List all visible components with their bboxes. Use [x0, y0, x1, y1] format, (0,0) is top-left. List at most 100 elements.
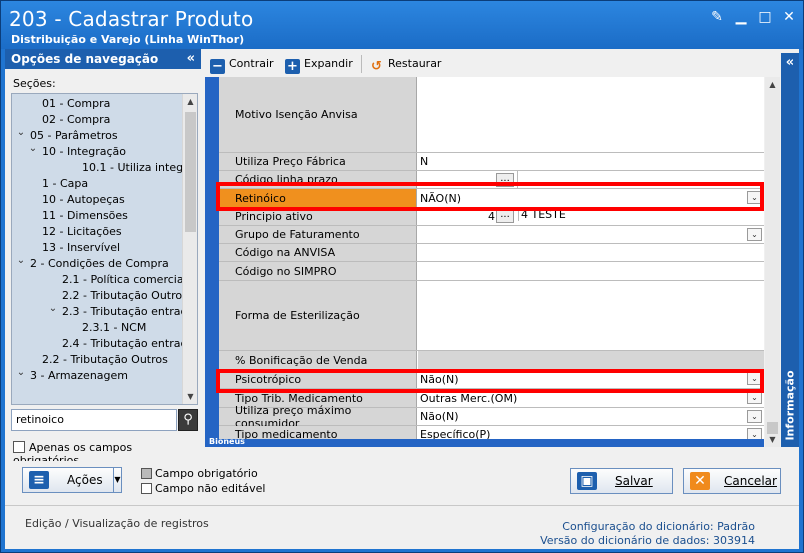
grid-row-label: Utiliza Preço Fábrica: [219, 153, 417, 170]
grid-row-value[interactable]: [418, 244, 764, 261]
cancel-button[interactable]: ✕ Cancelar: [683, 468, 781, 494]
grid-row-value[interactable]: Não(N) ⌄: [418, 408, 764, 425]
expand-info-icon[interactable]: «: [781, 55, 799, 70]
grid-row-label: Código na ANVISA: [219, 244, 417, 261]
tree-item[interactable]: 01 - Compra: [12, 96, 183, 112]
tree-item[interactable]: 2.2 - Tributação Outros: [12, 352, 183, 368]
tree-item[interactable]: 10.1 - Utiliza integração: [12, 160, 197, 176]
maximize-button[interactable]: □: [757, 9, 773, 25]
search-input[interactable]: retinoico: [11, 409, 177, 431]
grid-row-value[interactable]: [418, 262, 764, 280]
tree-item-label: 2 - Condições de Compra: [30, 257, 169, 270]
checkbox-box[interactable]: [13, 441, 25, 453]
section-tree[interactable]: 01 - Compra 02 - Compra ⌄ 05 - Parâmetros ⌄ 1…: [11, 93, 198, 405]
grid-row-value[interactable]: ⌄: [418, 226, 764, 243]
close-button[interactable]: ✕: [781, 9, 797, 25]
grid-row-label: Forma de Esterilização: [219, 281, 417, 350]
scroll-up-icon[interactable]: ▲: [183, 94, 197, 109]
cancel-icon: ✕: [690, 472, 710, 490]
nav-panel: Seções: 01 - Compra 02 - Compra ⌄ 05 - Parâ…: [5, 69, 201, 467]
scroll-down-icon[interactable]: ▼: [183, 389, 197, 404]
tree-item-label: 10.1 - Utiliza integração: [82, 161, 197, 174]
tree-item-label: 2.4 - Tributação entrada Ir: [62, 337, 198, 350]
tree-item-label: 05 - Parâmetros: [30, 129, 118, 142]
expand-button[interactable]: + Expandir: [285, 55, 353, 74]
expand-toggle-icon[interactable]: ⌄: [16, 253, 26, 269]
grid-row[interactable]: Motivo Isenção Anvisa: [219, 77, 764, 153]
search-icon[interactable]: ⚲: [178, 409, 198, 431]
tree-item[interactable]: ⌄ 2.3 - Tributação entrada: [12, 301, 194, 320]
save-button[interactable]: ▣ Salvar: [570, 468, 673, 494]
minus-icon: −: [210, 59, 225, 74]
dict-config: Configuração do dicionário: Padrão: [562, 520, 755, 533]
minimize-button[interactable]: ▁: [733, 9, 749, 25]
grid-row-value-text: Outras Merc.(OM): [420, 391, 518, 405]
cancel-label: Cancelar: [724, 474, 777, 488]
restore-icon: ↺: [371, 59, 382, 74]
toolbar-divider: [361, 55, 362, 73]
grid-row-value[interactable]: [418, 351, 764, 369]
tree-item[interactable]: 13 - Inservível: [12, 240, 183, 256]
tree-item[interactable]: ⌄ 2 - Condições de Compra: [12, 253, 183, 272]
expand-toggle-icon[interactable]: ⌄: [28, 141, 38, 157]
tree-item[interactable]: 1 - Capa: [12, 176, 183, 192]
restore-button[interactable]: ↺ Restaurar: [369, 55, 441, 74]
collapse-nav-icon[interactable]: «: [187, 51, 195, 66]
grid-row-value[interactable]: [418, 281, 764, 350]
grid-scroll-down-icon[interactable]: ▼: [765, 432, 780, 447]
tree-scrollbar[interactable]: ▲ ▼: [182, 94, 197, 404]
principio-ativo-code: 4: [488, 210, 495, 223]
legend-readonly: Campo não editável: [141, 482, 265, 495]
actions-button[interactable]: ≡ Ações ▼: [22, 467, 122, 493]
grid-scrollbar[interactable]: ▲ ▼: [765, 77, 780, 447]
scroll-thumb[interactable]: [185, 112, 196, 232]
next-group-label: Bioneus: [209, 437, 245, 446]
grid-row[interactable]: Grupo de Faturamento ⌄: [219, 226, 764, 244]
tree-item[interactable]: 2.4 - Tributação entrada Ir: [12, 336, 197, 352]
actions-dropdown-icon[interactable]: ▼: [113, 468, 121, 492]
grid-row[interactable]: Forma de Esterilização: [219, 281, 764, 351]
dict-config-value: Padrão: [717, 520, 755, 533]
collapse-button[interactable]: − Contrair: [210, 55, 274, 74]
expand-toggle-icon[interactable]: ⌄: [48, 301, 58, 317]
plus-icon: +: [285, 59, 300, 74]
grid-row-label: Código no SIMPRO: [219, 262, 417, 280]
edit-icon[interactable]: ✎: [709, 9, 725, 25]
next-group-header[interactable]: Bioneus: [205, 437, 764, 447]
dict-version-value: 303914: [713, 534, 755, 547]
expand-toggle-icon[interactable]: ⌄: [16, 365, 26, 381]
window-title: 203 - Cadastrar Produto: [9, 7, 254, 31]
tree-items: 01 - Compra 02 - Compra ⌄ 05 - Parâmetros ⌄ 1…: [12, 94, 197, 404]
expand-toggle-icon[interactable]: ⌄: [16, 125, 26, 141]
grid-row-value[interactable]: [418, 77, 764, 152]
tree-item[interactable]: 2.2 - Tributação Outros: [12, 288, 188, 304]
tree-item-label: 2.1 - Política comercial com: [62, 273, 197, 286]
legend-required-label: Campo obrigatório: [155, 467, 258, 480]
toolbar: − Contrair + Expandir ↺ Restaurar: [205, 53, 772, 75]
grid-row[interactable]: % Bonificação de Venda: [219, 351, 764, 370]
nav-header: Opções de navegação «: [5, 49, 201, 69]
grid-row-value-text: Não(N): [420, 410, 459, 423]
tree-item[interactable]: 11 - Dimensões: [12, 208, 183, 224]
tree-item[interactable]: 2.3.1 - NCM: [12, 320, 183, 336]
grid-row[interactable]: Código no SIMPRO: [219, 262, 764, 281]
grid-row[interactable]: Utiliza Preço Fábrica N: [219, 153, 764, 171]
dropdown-arrow-icon[interactable]: ⌄: [747, 228, 762, 241]
info-panel-label: Informação: [783, 370, 797, 441]
tree-item[interactable]: ⌄ 10 - Integração: [12, 141, 183, 160]
tree-item-label: 2.2 - Tributação Outros: [62, 289, 188, 302]
tree-item-label: 1 - Capa: [42, 177, 89, 190]
tree-item[interactable]: 12 - Licitações: [12, 224, 183, 240]
grid-scroll-up-icon[interactable]: ▲: [765, 77, 780, 92]
grid-row-value[interactable]: N: [418, 153, 764, 170]
grid-row[interactable]: Código na ANVISA: [219, 244, 764, 262]
grid-row-value-text: N: [420, 155, 429, 168]
tree-item[interactable]: ⌄ 3 - Armazenagem: [12, 365, 183, 384]
client-area: Opções de navegação « Seções: 01 - Compr…: [5, 49, 799, 549]
tree-item[interactable]: 02 - Compra: [12, 112, 183, 128]
dropdown-arrow-icon[interactable]: ⌄: [747, 410, 762, 423]
grid-row[interactable]: Utiliza preço máximo consumidor Não(N) ⌄: [219, 404, 764, 430]
lookup-button[interactable]: ...: [496, 209, 514, 223]
tree-item[interactable]: 10 - Autopeças: [12, 192, 183, 208]
tree-item[interactable]: 2.1 - Política comercial com: [12, 272, 197, 288]
